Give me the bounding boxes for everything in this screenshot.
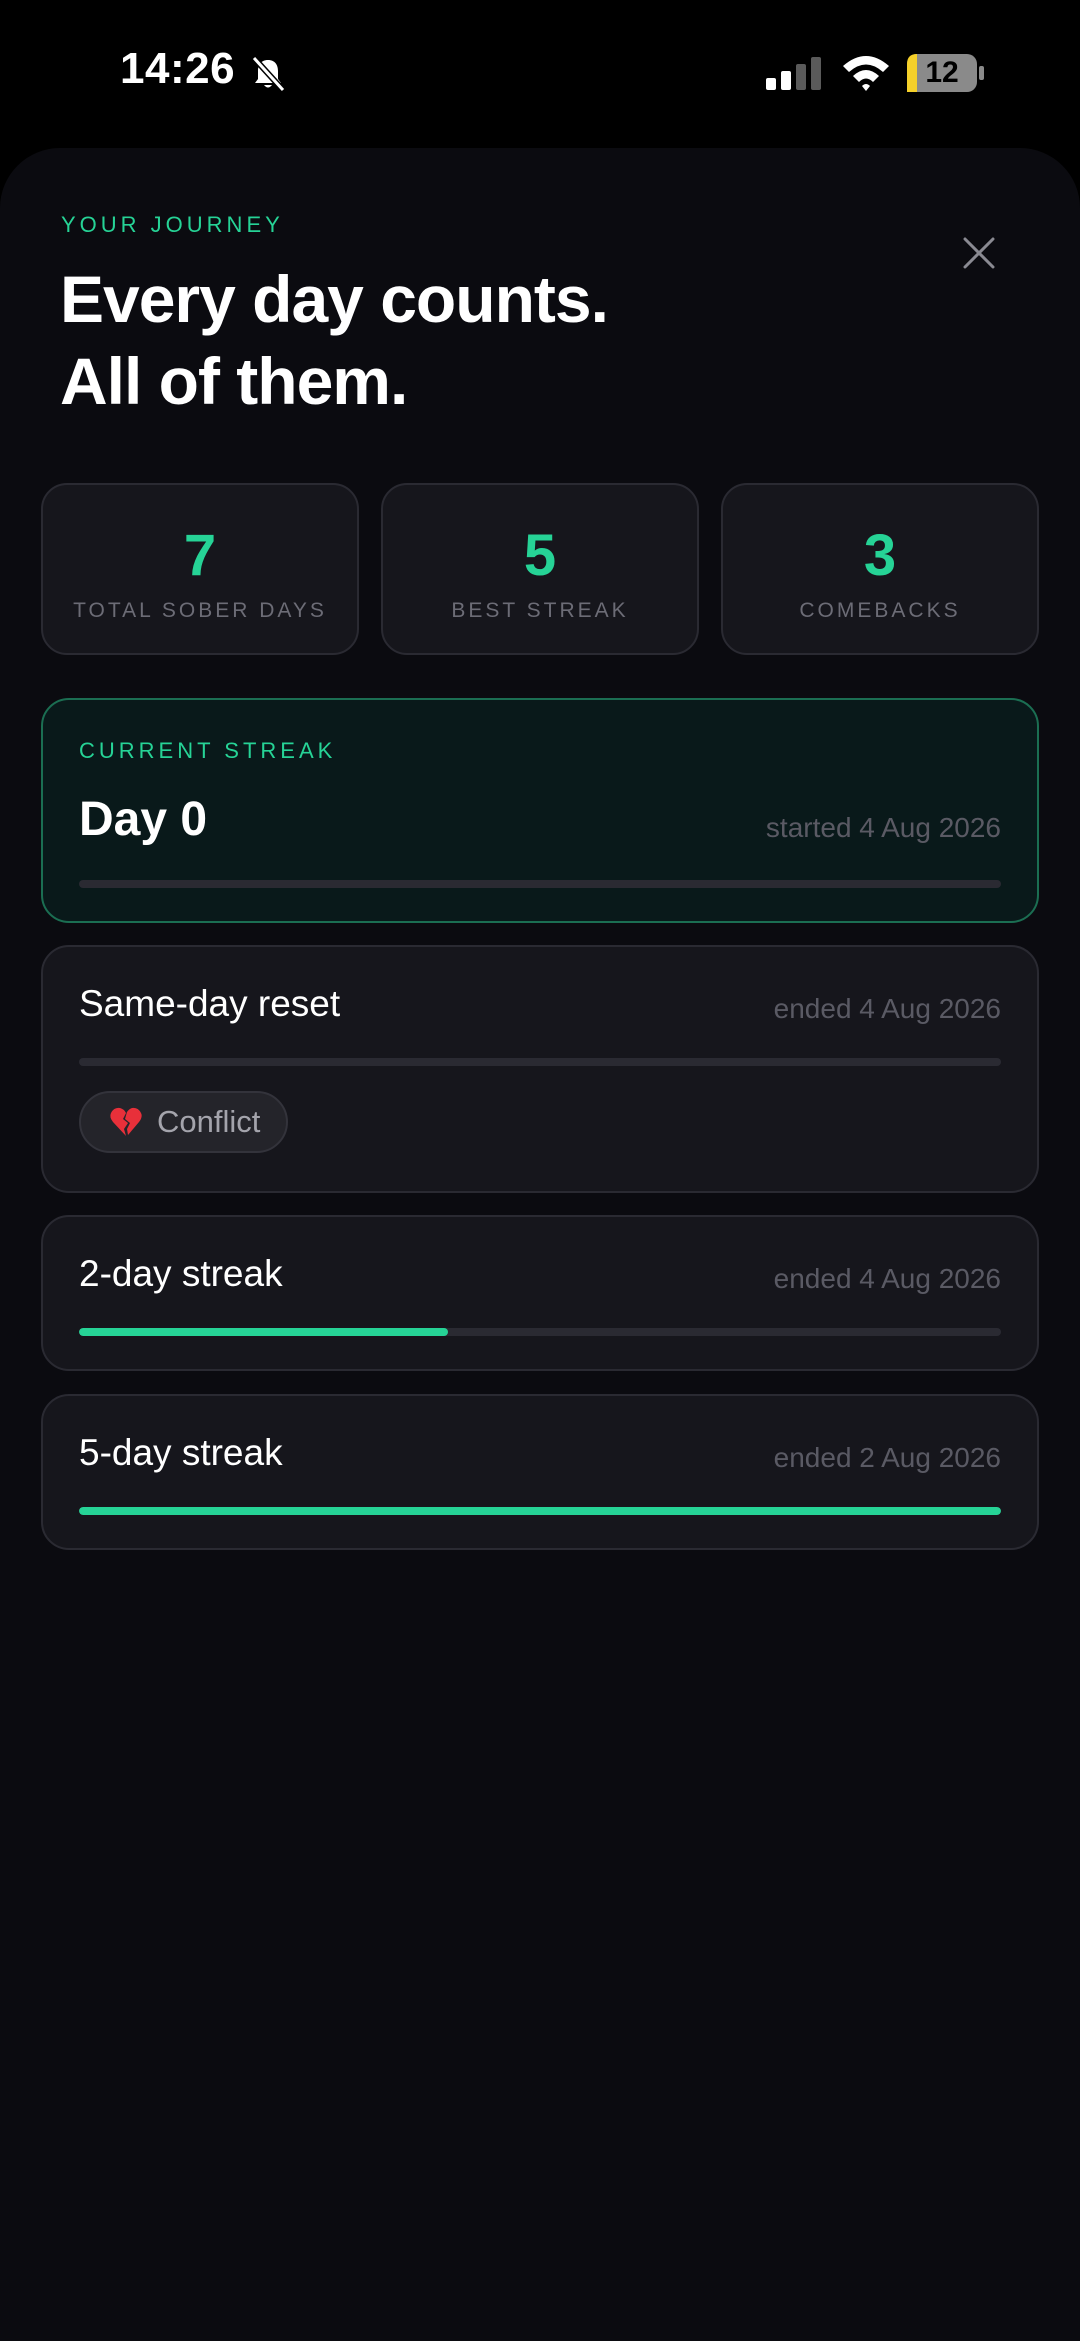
current-streak-date: started 4 Aug 2026 [765, 812, 1001, 843]
history-card-5-day-streak[interactable]: 5-day streak ended 2 Aug 2026 [41, 1394, 1039, 1550]
history-progress-track [79, 1507, 1001, 1515]
page-title: Every day counts. All of them. [60, 258, 920, 422]
history-progress-fill [79, 1507, 1001, 1515]
current-streak-card: CURRENT STREAK Day 0 started 4 Aug 2026 [41, 698, 1039, 923]
stat-label: COMEBACKS [799, 599, 961, 622]
status-time: 14:26 [120, 44, 236, 93]
battery-level: 12 [925, 56, 959, 89]
trigger-tag-conflict[interactable]: Conflict [79, 1091, 289, 1153]
history-date: ended 4 Aug 2026 [773, 993, 1001, 1024]
history-date: ended 2 Aug 2026 [773, 1442, 1001, 1473]
history-card-same-day-reset[interactable]: Same-day reset ended 4 Aug 2026 Conflict [41, 945, 1039, 1193]
history-card-2-day-streak[interactable]: 2-day streak ended 4 Aug 2026 [41, 1215, 1039, 1371]
status-bar: 14:26 12 [0, 0, 1080, 145]
stat-card-comebacks: 3 COMEBACKS [721, 483, 1039, 655]
stat-value: 7 [183, 523, 217, 588]
stat-label: TOTAL SOBER DAYS [73, 599, 327, 622]
history-progress-track [79, 1058, 1001, 1066]
history-progress-fill [79, 1328, 448, 1336]
current-streak-title: Day 0 [79, 793, 208, 846]
stat-value: 5 [523, 523, 557, 588]
signal-icon [766, 57, 821, 90]
history-title: Same-day reset [79, 983, 341, 1024]
title-line-2: All of them. [60, 344, 408, 418]
current-streak-eyebrow: CURRENT STREAK [79, 738, 337, 763]
title-line-1: Every day counts. [60, 262, 609, 336]
tag-label: Conflict [157, 1104, 261, 1139]
section-eyebrow: YOUR JOURNEY [61, 212, 284, 237]
broken-heart-icon [110, 1107, 142, 1136]
history-progress-track [79, 1328, 1001, 1336]
stat-label: BEST STREAK [451, 599, 629, 622]
current-streak-progress-track [79, 880, 1001, 888]
history-date: ended 4 Aug 2026 [773, 1263, 1001, 1294]
history-title: 5-day streak [79, 1432, 283, 1473]
history-title: 2-day streak [79, 1253, 283, 1294]
stat-card-best-streak: 5 BEST STREAK [381, 483, 699, 655]
wifi-icon [843, 56, 889, 91]
stat-value: 3 [863, 523, 897, 588]
close-icon[interactable] [956, 230, 1002, 276]
stat-card-total-sober-days: 7 TOTAL SOBER DAYS [41, 483, 359, 655]
bell-off-icon [251, 55, 286, 93]
